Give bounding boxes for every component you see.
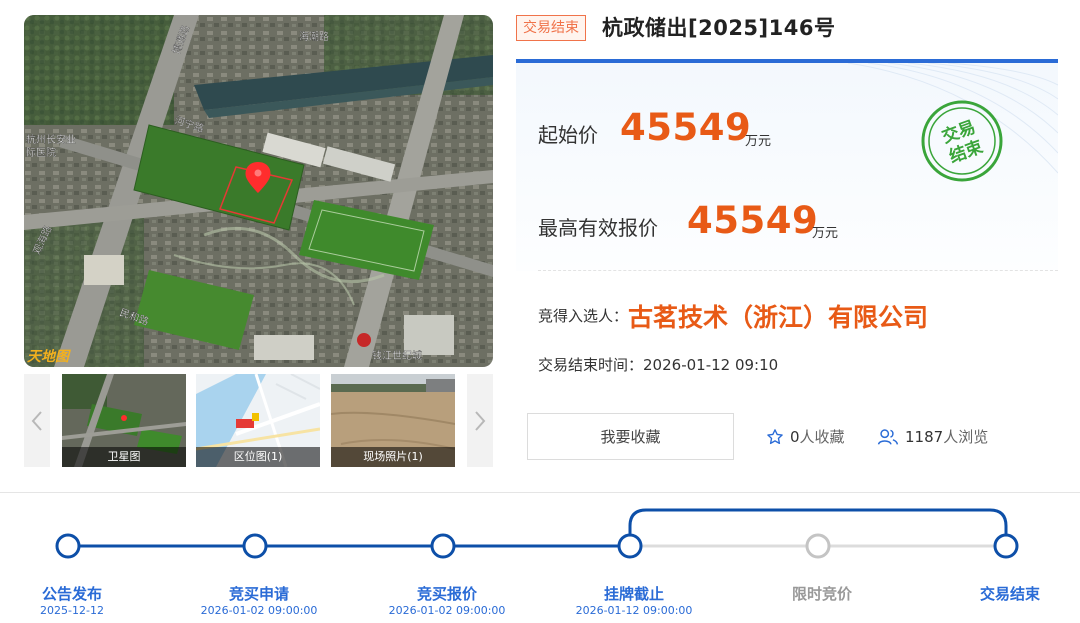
chevron-left-icon (31, 410, 42, 431)
step-node-3 (430, 533, 456, 559)
step-date-2: 2026-01-02 09:00:00 (200, 604, 318, 617)
map-landmark-label-1: 杭州长安业 (26, 133, 76, 146)
favorites-count: 0 人收藏 (766, 426, 845, 447)
end-time: 交易结束时间：2026-01-12 09:10 (538, 354, 778, 375)
thumbnail-site-photo[interactable]: 现场照片(1) (331, 374, 455, 467)
step-label-6: 交易结束 (979, 585, 1040, 603)
end-time-label: 交易结束时间： (538, 356, 644, 374)
thumbnail-caption: 区位图(1) (196, 447, 320, 467)
map-landmark-label-3: 钱江世纪城 (372, 349, 422, 362)
divider (538, 270, 1058, 271)
users-icon (877, 428, 899, 445)
step-node-1 (55, 533, 81, 559)
start-price-value: 45549 (620, 106, 752, 149)
start-price-label: 起始价 (538, 123, 598, 147)
map-watermark: 天地图 (27, 348, 71, 365)
satellite-map: 博通路 海潮路 河宁路 民和路 观海路 杭州长安业 际医院 钱江世纪城 天地图 (24, 15, 493, 367)
thumbnail-next-button[interactable] (467, 374, 493, 467)
thumbnail-prev-button[interactable] (24, 374, 50, 467)
progress-timeline (55, 508, 1019, 559)
winner-label: 竞得入选人： (538, 307, 629, 325)
step-node-5 (805, 533, 831, 559)
step-node-2 (242, 533, 268, 559)
deal-closed-stamp: 交易 结束 (921, 100, 1003, 182)
thumbnail-strip: 卫星图 区位图(1) 现场照片(1) (24, 374, 493, 467)
start-price-unit: 万元 (745, 134, 772, 149)
winner-name: 古茗技术（浙江）有限公司 (628, 303, 929, 332)
views-count: 1187 人浏览 (877, 426, 988, 447)
page-title: 杭政储出[2025]146号 (602, 16, 836, 40)
step-date-1: 2025-12-12 (40, 604, 104, 617)
step-label-4: 挂牌截止 (603, 585, 664, 603)
step-date-4: 2026-01-12 09:00:00 (575, 604, 693, 617)
step-label-5: 限时竞价 (791, 585, 852, 603)
chevron-right-icon (475, 410, 486, 431)
views-number: 1187 (905, 427, 944, 446)
status-badge: 交易结束 (516, 15, 586, 41)
star-icon (767, 428, 783, 444)
views-suffix: 人浏览 (943, 428, 989, 446)
thumbnail-satellite[interactable]: 卫星图 (62, 374, 186, 467)
map-road-label-2: 海潮路 (299, 30, 329, 43)
step-label-1: 公告发布 (41, 585, 102, 603)
thumbnail-caption: 现场照片(1) (331, 447, 455, 467)
highest-bid-unit: 万元 (812, 226, 839, 241)
highest-bid-label: 最高有效报价 (538, 216, 658, 240)
favorites-suffix: 人收藏 (799, 428, 845, 446)
section-divider (0, 492, 1080, 493)
favorite-button[interactable]: 我要收藏 (527, 413, 734, 460)
thumbnail-location-map[interactable]: 区位图(1) (196, 374, 320, 467)
main-satellite-image[interactable]: 博通路 海潮路 河宁路 民和路 观海路 杭州长安业 际医院 钱江世纪城 天地图 (24, 15, 493, 367)
end-time-value: 2026-01-12 09:10 (643, 356, 779, 374)
map-landmark-label-2: 际医院 (26, 146, 56, 159)
step-label-3: 竞买报价 (416, 585, 477, 603)
step-node-4 (617, 533, 643, 559)
map-poi-icon (357, 333, 371, 347)
step-date-3: 2026-01-02 09:00:00 (388, 604, 506, 617)
highest-bid-value: 45549 (687, 199, 819, 242)
step-label-2: 竞买申请 (228, 585, 289, 603)
favorites-number: 0 (790, 427, 800, 446)
thumbnail-caption: 卫星图 (62, 447, 186, 467)
step-node-6 (993, 533, 1019, 559)
